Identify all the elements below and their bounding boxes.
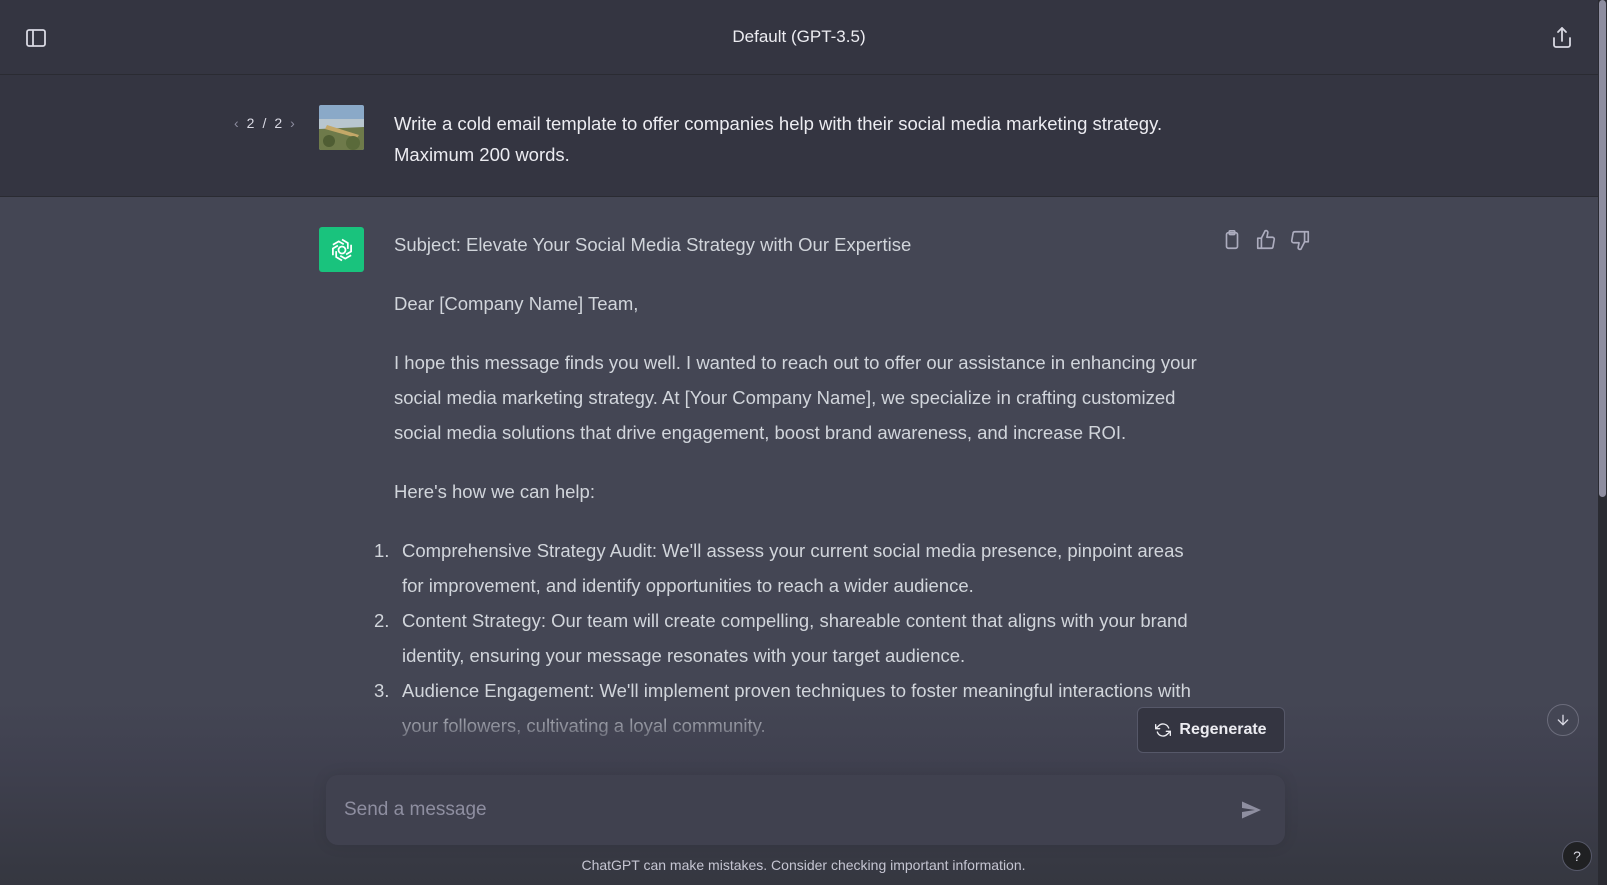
disclaimer-text: ChatGPT can make mistakes. Consider chec… <box>581 857 1026 873</box>
clipboard-icon[interactable] <box>1221 229 1243 251</box>
assistant-message-row: Subject: Elevate Your Social Media Strat… <box>0 197 1598 772</box>
pager-total: 2 <box>274 115 283 131</box>
page-title: Default (GPT-3.5) <box>732 27 866 46</box>
message-composer <box>326 775 1285 845</box>
user-avatar <box>319 105 364 150</box>
refresh-icon <box>1155 723 1172 737</box>
email-subject: Subject: Elevate Your Social Media Strat… <box>394 234 912 255</box>
regenerate-label: Regenerate <box>1179 721 1267 738</box>
top-bar: Default (GPT-3.5) <box>0 0 1598 75</box>
help-button[interactable]: ? <box>1562 841 1592 871</box>
message-input[interactable] <box>344 795 1204 825</box>
email-greeting: Dear [Company Name] Team, <box>394 293 639 314</box>
email-list-intro: Here's how we can help: <box>394 481 595 502</box>
scroll-to-bottom-button[interactable] <box>1547 704 1579 736</box>
sidebar-toggle-icon[interactable] <box>24 26 48 50</box>
response-pager: ‹ 2 / 2 › <box>234 115 295 131</box>
list-item-number: 2. <box>374 610 390 631</box>
email-paragraph: I hope this message finds you well. I wa… <box>394 352 1197 443</box>
thumbs-up-icon[interactable] <box>1255 229 1277 251</box>
arrow-down-icon <box>1557 714 1569 726</box>
chatgpt-logo-icon <box>319 227 364 272</box>
message-actions <box>1221 229 1311 251</box>
pager-current: 2 <box>246 115 255 131</box>
pager-separator: / <box>262 115 267 131</box>
chevron-left-icon[interactable]: ‹ <box>234 115 239 131</box>
share-icon[interactable] <box>1550 26 1574 50</box>
user-message-row: ‹ 2 / 2 › Write a cold email template to… <box>0 75 1598 197</box>
chevron-right-icon[interactable]: › <box>290 115 295 131</box>
send-icon[interactable] <box>1239 798 1263 822</box>
assistant-message-text: Subject: Elevate Your Social Media Strat… <box>374 227 1204 743</box>
scrollbar[interactable] <box>1598 0 1607 885</box>
user-message-text: Write a cold email template to offer com… <box>394 113 1163 165</box>
scrollbar-thumb[interactable] <box>1599 0 1606 497</box>
list-item: 1. Comprehensive Strategy Audit: We'll a… <box>374 533 1204 603</box>
list-item: 2. Content Strategy: Our team will creat… <box>374 603 1204 673</box>
list-item-text: Comprehensive Strategy Audit: We'll asse… <box>402 540 1184 596</box>
list-item-number: 1. <box>374 540 390 561</box>
list-item-text: Content Strategy: Our team will create c… <box>402 610 1188 666</box>
thumbs-down-icon[interactable] <box>1289 229 1311 251</box>
regenerate-button[interactable]: Regenerate <box>1137 707 1285 753</box>
